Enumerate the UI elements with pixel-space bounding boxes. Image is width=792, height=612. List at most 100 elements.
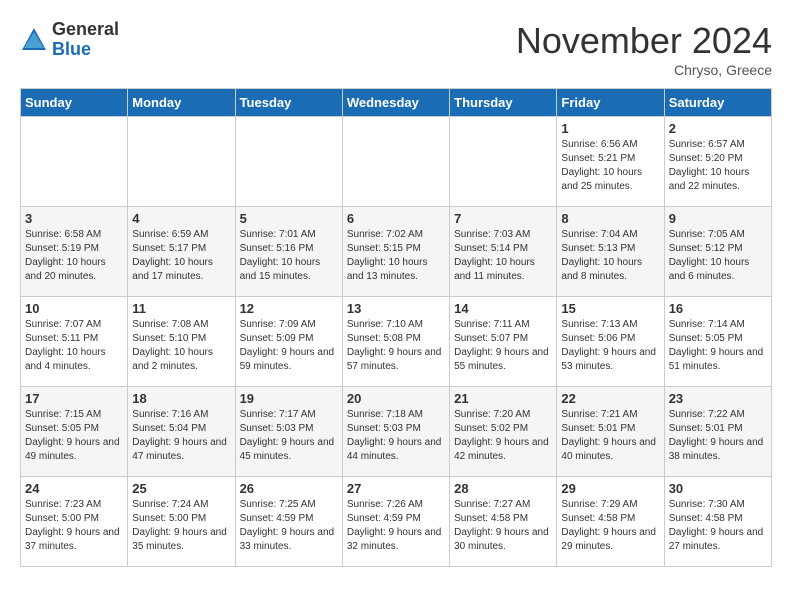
day-number: 2 [669,121,767,136]
calendar-cell: 18 Sunrise: 7:16 AM Sunset: 5:04 PM Dayli… [128,387,235,477]
day-info: Sunrise: 7:15 AM Sunset: 5:05 PM Dayligh… [25,408,123,464]
calendar-cell: 30 Sunrise: 7:30 AM Sunset: 4:58 PM Dayli… [664,477,771,567]
day-info: Sunrise: 7:20 AM Sunset: 5:02 PM Dayligh… [454,408,552,464]
calendar-cell: 20 Sunrise: 7:18 AM Sunset: 5:03 PM Dayli… [342,387,449,477]
day-number: 4 [132,211,230,226]
calendar-cell: 29 Sunrise: 7:29 AM Sunset: 4:58 PM Dayli… [557,477,664,567]
day-info: Sunrise: 7:27 AM Sunset: 4:58 PM Dayligh… [454,498,552,554]
day-number: 20 [347,391,445,406]
page-header: General Blue November 2024 Chryso, Greec… [20,20,772,78]
calendar-cell: 9 Sunrise: 7:05 AM Sunset: 5:12 PM Daylig… [664,207,771,297]
calendar-cell [235,117,342,207]
day-number: 10 [25,301,123,316]
calendar-week-row: 17 Sunrise: 7:15 AM Sunset: 5:05 PM Dayli… [21,387,772,477]
day-number: 16 [669,301,767,316]
day-info: Sunrise: 7:05 AM Sunset: 5:12 PM Dayligh… [669,228,767,284]
day-info: Sunrise: 7:08 AM Sunset: 5:10 PM Dayligh… [132,318,230,374]
calendar-cell: 12 Sunrise: 7:09 AM Sunset: 5:09 PM Dayli… [235,297,342,387]
day-number: 6 [347,211,445,226]
day-info: Sunrise: 7:22 AM Sunset: 5:01 PM Dayligh… [669,408,767,464]
calendar-cell: 6 Sunrise: 7:02 AM Sunset: 5:15 PM Daylig… [342,207,449,297]
day-info: Sunrise: 7:02 AM Sunset: 5:15 PM Dayligh… [347,228,445,284]
calendar-cell: 14 Sunrise: 7:11 AM Sunset: 5:07 PM Dayli… [450,297,557,387]
day-info: Sunrise: 7:09 AM Sunset: 5:09 PM Dayligh… [240,318,338,374]
day-number: 18 [132,391,230,406]
day-info: Sunrise: 7:18 AM Sunset: 5:03 PM Dayligh… [347,408,445,464]
location: Chryso, Greece [516,62,772,78]
calendar-cell: 21 Sunrise: 7:20 AM Sunset: 5:02 PM Dayli… [450,387,557,477]
day-number: 14 [454,301,552,316]
day-info: Sunrise: 7:03 AM Sunset: 5:14 PM Dayligh… [454,228,552,284]
day-info: Sunrise: 7:17 AM Sunset: 5:03 PM Dayligh… [240,408,338,464]
logo-text: General Blue [52,20,119,60]
calendar-week-row: 3 Sunrise: 6:58 AM Sunset: 5:19 PM Daylig… [21,207,772,297]
day-number: 22 [561,391,659,406]
day-number: 5 [240,211,338,226]
calendar-week-row: 1 Sunrise: 6:56 AM Sunset: 5:21 PM Daylig… [21,117,772,207]
day-number: 19 [240,391,338,406]
calendar-cell: 5 Sunrise: 7:01 AM Sunset: 5:16 PM Daylig… [235,207,342,297]
day-number: 3 [25,211,123,226]
calendar-cell: 10Sunrise: 7:07 AM Sunset: 5:11 PM Dayli… [21,297,128,387]
calendar-cell [21,117,128,207]
calendar-cell: 13 Sunrise: 7:10 AM Sunset: 5:08 PM Dayli… [342,297,449,387]
day-number: 30 [669,481,767,496]
day-number: 27 [347,481,445,496]
day-info: Sunrise: 6:57 AM Sunset: 5:20 PM Dayligh… [669,138,767,194]
weekday-header: Monday [128,89,235,117]
day-info: Sunrise: 7:01 AM Sunset: 5:16 PM Dayligh… [240,228,338,284]
day-number: 1 [561,121,659,136]
day-number: 29 [561,481,659,496]
weekday-header: Wednesday [342,89,449,117]
calendar-week-row: 24Sunrise: 7:23 AM Sunset: 5:00 PM Dayli… [21,477,772,567]
calendar-cell: 16 Sunrise: 7:14 AM Sunset: 5:05 PM Dayli… [664,297,771,387]
calendar-cell [342,117,449,207]
day-number: 8 [561,211,659,226]
day-info: Sunrise: 6:56 AM Sunset: 5:21 PM Dayligh… [561,138,659,194]
calendar-week-row: 10Sunrise: 7:07 AM Sunset: 5:11 PM Dayli… [21,297,772,387]
day-info: Sunrise: 6:59 AM Sunset: 5:17 PM Dayligh… [132,228,230,284]
day-info: Sunrise: 7:30 AM Sunset: 4:58 PM Dayligh… [669,498,767,554]
weekday-header: Saturday [664,89,771,117]
day-info: Sunrise: 7:14 AM Sunset: 5:05 PM Dayligh… [669,318,767,374]
weekday-header: Friday [557,89,664,117]
calendar-table: SundayMondayTuesdayWednesdayThursdayFrid… [20,88,772,567]
day-info: Sunrise: 7:26 AM Sunset: 4:59 PM Dayligh… [347,498,445,554]
title-area: November 2024 Chryso, Greece [516,20,772,78]
calendar-cell: 7 Sunrise: 7:03 AM Sunset: 5:14 PM Daylig… [450,207,557,297]
calendar-cell: 19 Sunrise: 7:17 AM Sunset: 5:03 PM Dayli… [235,387,342,477]
calendar-cell: 28 Sunrise: 7:27 AM Sunset: 4:58 PM Dayli… [450,477,557,567]
day-number: 7 [454,211,552,226]
day-info: Sunrise: 7:04 AM Sunset: 5:13 PM Dayligh… [561,228,659,284]
day-number: 13 [347,301,445,316]
day-info: Sunrise: 7:11 AM Sunset: 5:07 PM Dayligh… [454,318,552,374]
day-number: 9 [669,211,767,226]
calendar-cell: 1 Sunrise: 6:56 AM Sunset: 5:21 PM Daylig… [557,117,664,207]
day-number: 12 [240,301,338,316]
calendar-cell: 26Sunrise: 7:25 AM Sunset: 4:59 PM Dayli… [235,477,342,567]
weekday-header-row: SundayMondayTuesdayWednesdayThursdayFrid… [21,89,772,117]
calendar-cell: 8 Sunrise: 7:04 AM Sunset: 5:13 PM Daylig… [557,207,664,297]
calendar-cell: 27 Sunrise: 7:26 AM Sunset: 4:59 PM Dayli… [342,477,449,567]
weekday-header: Tuesday [235,89,342,117]
day-number: 28 [454,481,552,496]
calendar-cell: 2 Sunrise: 6:57 AM Sunset: 5:20 PM Daylig… [664,117,771,207]
weekday-header: Sunday [21,89,128,117]
calendar-cell: 4 Sunrise: 6:59 AM Sunset: 5:17 PM Daylig… [128,207,235,297]
logo: General Blue [20,20,119,60]
day-number: 24 [25,481,123,496]
calendar-cell: 23 Sunrise: 7:22 AM Sunset: 5:01 PM Dayli… [664,387,771,477]
day-info: Sunrise: 7:24 AM Sunset: 5:00 PM Dayligh… [132,498,230,554]
calendar-cell: 22 Sunrise: 7:21 AM Sunset: 5:01 PM Dayli… [557,387,664,477]
day-info: Sunrise: 7:10 AM Sunset: 5:08 PM Dayligh… [347,318,445,374]
calendar-cell: 3 Sunrise: 6:58 AM Sunset: 5:19 PM Daylig… [21,207,128,297]
day-info: Sunrise: 7:21 AM Sunset: 5:01 PM Dayligh… [561,408,659,464]
day-info: Sunrise: 7:16 AM Sunset: 5:04 PM Dayligh… [132,408,230,464]
day-number: 23 [669,391,767,406]
day-info: Sunrise: 7:29 AM Sunset: 4:58 PM Dayligh… [561,498,659,554]
day-info: Sunrise: 6:58 AM Sunset: 5:19 PM Dayligh… [25,228,123,284]
calendar-cell [450,117,557,207]
day-number: 17 [25,391,123,406]
calendar-cell: 15Sunrise: 7:13 AM Sunset: 5:06 PM Dayli… [557,297,664,387]
day-number: 21 [454,391,552,406]
